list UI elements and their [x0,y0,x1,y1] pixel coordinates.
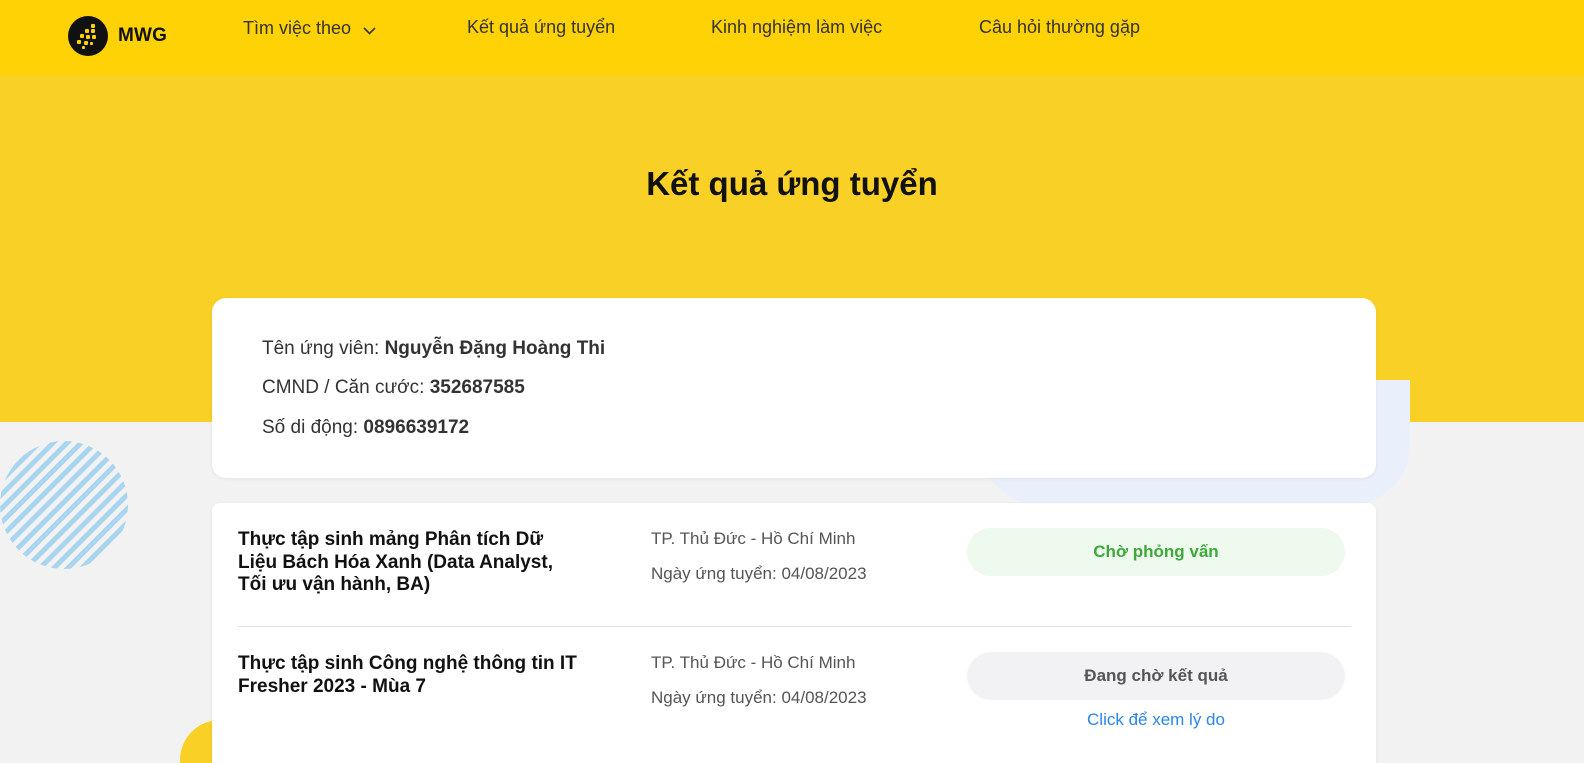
nav-find-jobs-label: Tìm việc theo [243,18,352,38]
status-badge: Đang chờ kết quả [967,652,1345,700]
application-title[interactable]: Thực tập sinh Công nghệ thông tin IT Fre… [238,653,578,698]
candidate-id-label: CMND / Căn cước: [262,377,425,398]
brand-name: MWG [118,25,168,46]
application-date: Ngày ứng tuyển: 04/08/2023 [651,564,867,583]
candidate-phone-row: Số di động: 0896639172 [262,417,469,439]
page-title: Kết quả ứng tuyển [646,165,938,202]
mwg-logo-icon [68,16,108,56]
candidate-name-row: Tên ứng viên: Nguyễn Đặng Hoàng Thi [262,338,605,360]
candidate-name-label: Tên ứng viên: [262,338,380,359]
application-results-list: Thực tập sinh mảng Phân tích Dữ Liệu Bác… [212,503,1376,763]
candidate-id-row: CMND / Căn cước: 352687585 [262,377,525,399]
top-navigation: MWG Tìm việc theo Kết quả ứng tuyển Kinh… [0,0,1584,75]
decorative-stripes-circle [0,437,131,574]
candidate-phone-label: Số di động: [262,417,359,438]
chevron-down-icon [363,19,376,40]
nav-application-results[interactable]: Kết quả ứng tuyển [467,17,615,38]
candidate-id-number: 352687585 [429,377,525,398]
candidate-name: Nguyễn Đặng Hoàng Thi [384,338,606,359]
nav-faq[interactable]: Câu hỏi thường gặp [979,17,1140,38]
candidate-info-card: Tên ứng viên: Nguyễn Đặng Hoàng Thi CMND… [212,298,1376,478]
nav-find-jobs-by[interactable]: Tìm việc theo [243,17,376,40]
view-reason-link[interactable]: Click để xem lý do [967,710,1345,730]
application-location: TP. Thủ Đức - Hồ Chí Minh [651,529,856,548]
nav-work-experience[interactable]: Kinh nghiệm làm việc [711,17,882,38]
candidate-phone: 0896639172 [363,417,470,438]
brand-logo[interactable]: MWG [68,16,167,56]
divider [237,626,1351,627]
application-title[interactable]: Thực tập sinh mảng Phân tích Dữ Liệu Bác… [238,529,578,597]
application-date: Ngày ứng tuyển: 04/08/2023 [651,688,867,707]
application-location: TP. Thủ Đức - Hồ Chí Minh [651,653,856,672]
status-badge: Chờ phỏng vấn [967,528,1345,576]
